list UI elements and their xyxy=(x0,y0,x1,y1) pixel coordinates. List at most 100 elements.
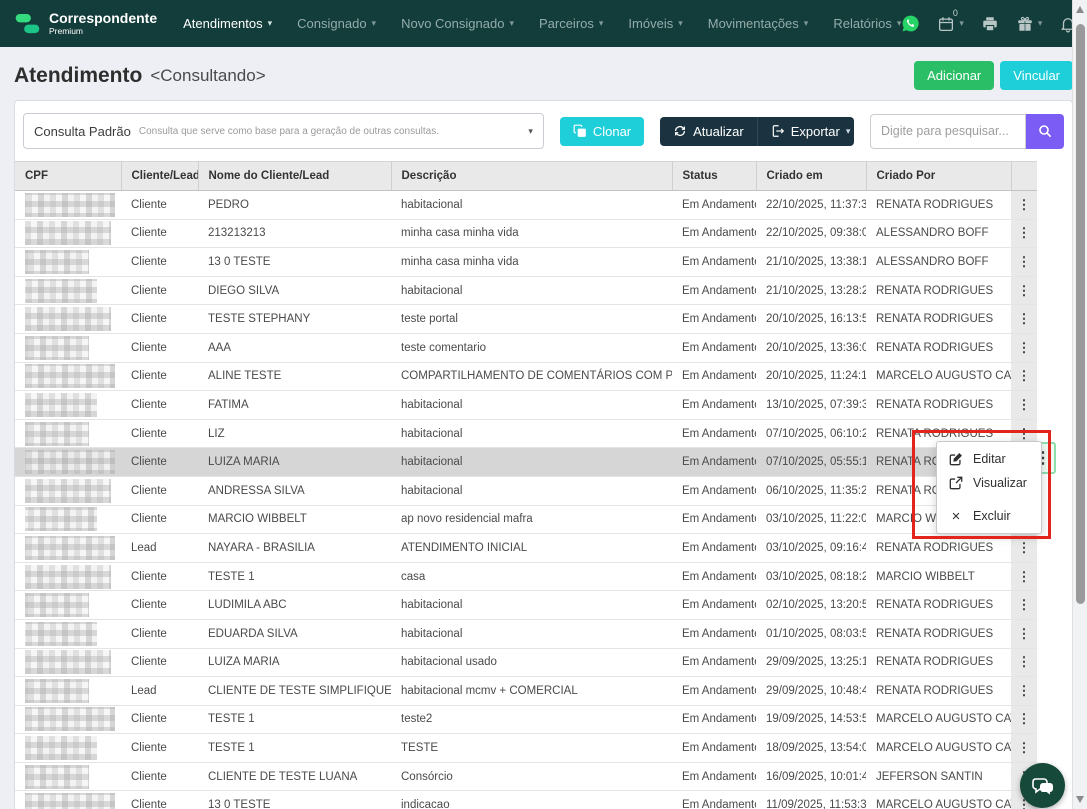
add-button[interactable]: Adicionar xyxy=(914,61,994,90)
cell-description: teste2 xyxy=(391,705,672,734)
brand-subtitle: Premium xyxy=(49,27,157,36)
calendar-icon[interactable]: 0 ▾ xyxy=(937,15,964,33)
refresh-button[interactable]: Atualizar xyxy=(660,117,757,146)
table-row[interactable]: Cliente LUDIMILA ABC habitacional Em And… xyxy=(15,591,1037,620)
cpf-redacted-value xyxy=(25,707,115,731)
nav-menu-item[interactable]: Atendimentos ▾ xyxy=(183,16,272,31)
row-actions-button[interactable]: ⋮ xyxy=(1011,362,1037,391)
chevron-down-icon: ▾ xyxy=(678,18,683,29)
brand[interactable]: Correspondente Premium xyxy=(14,10,157,37)
row-actions-button[interactable]: ⋮ xyxy=(1011,333,1037,362)
column-header[interactable]: Status xyxy=(672,162,756,191)
table-row[interactable]: Cliente LIZ habitacional Em Andamento 07… xyxy=(15,419,1037,448)
table-row[interactable]: Cliente CLIENTE DE TESTE LUANA Consórcio… xyxy=(15,762,1037,791)
table-row[interactable]: Cliente 13 0 TESTE indicacao Em Andament… xyxy=(15,791,1037,809)
nav-menu-item[interactable]: Relatórios ▾ xyxy=(833,16,901,31)
cell-description: habitacional xyxy=(391,191,672,220)
nav-menu-item[interactable]: Parceiros ▾ xyxy=(539,16,603,31)
column-header[interactable]: Cliente/Lead xyxy=(121,162,198,191)
table-row[interactable]: Cliente ANDRESSA SILVA habitacional Em A… xyxy=(15,476,1037,505)
table-row[interactable]: Cliente LUIZA MARIA habitacional Em Anda… xyxy=(15,448,1037,477)
table-row[interactable]: Cliente FATIMA habitacional Em Andamento… xyxy=(15,391,1037,420)
column-header[interactable]: Criado em xyxy=(756,162,866,191)
table-row[interactable]: Cliente TESTE 1 teste2 Em Andamento 19/0… xyxy=(15,705,1037,734)
chevron-down-icon: ▾ xyxy=(846,126,851,137)
row-actions-button[interactable]: ⋮ xyxy=(1011,391,1037,420)
nav-menu-item[interactable]: Novo Consignado ▾ xyxy=(401,16,514,31)
cell-created-by: MARCELO AUGUSTO CAVALI xyxy=(866,791,1011,809)
row-actions-button[interactable]: ⋮ xyxy=(1011,648,1037,677)
cell-client-lead: Cliente xyxy=(121,734,198,763)
whatsapp-icon[interactable] xyxy=(901,14,920,33)
menu-item-edit[interactable]: Editar xyxy=(937,447,1041,471)
cpf-redacted-value xyxy=(25,193,115,217)
cell-name: TESTE 1 xyxy=(198,562,391,591)
menu-item-delete[interactable]: × Excluir xyxy=(937,504,1041,528)
menu-item-view[interactable]: Visualizar xyxy=(937,471,1041,495)
row-actions-button[interactable]: ⋮ xyxy=(1011,276,1037,305)
cell-name: NAYARA - BRASILIA xyxy=(198,534,391,563)
nav-menu-item[interactable]: Movimentações ▾ xyxy=(708,16,809,31)
cpf-redacted-value xyxy=(25,221,111,245)
nav-menu-item[interactable]: Imóveis ▾ xyxy=(628,16,682,31)
cell-description: habitacional usado xyxy=(391,648,672,677)
column-header[interactable]: CPF xyxy=(15,162,121,191)
nav-menu-item[interactable]: Consignado ▾ xyxy=(297,16,376,31)
cell-name: MARCIO WIBBELT xyxy=(198,505,391,534)
row-actions-button[interactable]: ⋮ xyxy=(1011,734,1037,763)
search-button[interactable] xyxy=(1026,114,1064,149)
table-row[interactable]: Cliente MARCIO WIBBELT ap novo residenci… xyxy=(15,505,1037,534)
row-actions-button[interactable]: ⋮ xyxy=(1011,591,1037,620)
row-actions-button[interactable]: ⋮ xyxy=(1011,562,1037,591)
table-row[interactable]: Cliente DIEGO SILVA habitacional Em Anda… xyxy=(15,276,1037,305)
table-header-row: CPF Cliente/Lead Nome do Cliente/Lead De… xyxy=(15,162,1037,191)
column-header-actions xyxy=(1011,162,1037,191)
table-row[interactable]: Cliente TESTE STEPHANY teste portal Em A… xyxy=(15,305,1037,334)
row-actions-button[interactable]: ⋮ xyxy=(1011,619,1037,648)
row-actions-button[interactable]: ⋮ xyxy=(1011,305,1037,334)
cpf-redacted-value xyxy=(25,622,97,646)
scroll-up-arrow[interactable] xyxy=(1076,6,1084,13)
chevron-down-icon: ▾ xyxy=(509,18,514,29)
row-actions-button[interactable]: ⋮ xyxy=(1011,248,1037,277)
table-row[interactable]: Cliente TESTE 1 casa Em Andamento 03/10/… xyxy=(15,562,1037,591)
table-row[interactable]: Cliente AAA teste comentario Em Andament… xyxy=(15,333,1037,362)
column-header[interactable]: Descrição xyxy=(391,162,672,191)
row-actions-button[interactable]: ⋮ xyxy=(1011,219,1037,248)
cell-client-lead: Cliente xyxy=(121,276,198,305)
cell-description: TESTE xyxy=(391,734,672,763)
cell-created-at: 03/10/2025, 11:22:04 xyxy=(756,505,866,534)
scrollbar-thumb[interactable] xyxy=(1076,24,1085,604)
column-header[interactable]: Nome do Cliente/Lead xyxy=(198,162,391,191)
clone-button[interactable]: Clonar xyxy=(560,117,644,146)
cell-description: habitacional xyxy=(391,276,672,305)
link-button[interactable]: Vincular xyxy=(1000,61,1073,90)
cell-description: indicacao xyxy=(391,791,672,809)
row-actions-button[interactable]: ⋮ xyxy=(1011,534,1037,563)
table-row[interactable]: Cliente EDUARDA SILVA habitacional Em An… xyxy=(15,619,1037,648)
query-select[interactable]: Consulta Padrão Consulta que serve como … xyxy=(23,113,544,149)
cell-description: teste portal xyxy=(391,305,672,334)
row-actions-button[interactable]: ⋮ xyxy=(1011,677,1037,706)
row-actions-button[interactable]: ⋮ xyxy=(1011,705,1037,734)
table-row[interactable]: Cliente LUIZA MARIA habitacional usado E… xyxy=(15,648,1037,677)
column-header[interactable]: Criado Por xyxy=(866,162,1011,191)
gift-icon[interactable]: ▾ xyxy=(1016,15,1043,33)
table-row[interactable]: Cliente ALINE TESTE COMPARTILHAMENTO DE … xyxy=(15,362,1037,391)
table-row[interactable]: Cliente 13 0 TESTE minha casa minha vida… xyxy=(15,248,1037,277)
table-row[interactable]: Cliente TESTE 1 TESTE Em Andamento 18/09… xyxy=(15,734,1037,763)
cell-status: Em Andamento xyxy=(672,505,756,534)
cell-name: DIEGO SILVA xyxy=(198,276,391,305)
search-input[interactable] xyxy=(870,114,1026,149)
row-actions-button[interactable]: ⋮ xyxy=(1011,191,1037,220)
cell-client-lead: Lead xyxy=(121,534,198,563)
export-button[interactable]: Exportar ▾ xyxy=(757,117,854,146)
cell-description: ap novo residencial mafra xyxy=(391,505,672,534)
table-row[interactable]: Lead CLIENTE DE TESTE SIMPLIFIQUE DA SIL… xyxy=(15,677,1037,706)
table-row[interactable]: Cliente PEDRO habitacional Em Andamento … xyxy=(15,191,1037,220)
table-row[interactable]: Cliente 213213213 minha casa minha vida … xyxy=(15,219,1037,248)
table-row[interactable]: Lead NAYARA - BRASILIA ATENDIMENTO INICI… xyxy=(15,534,1037,563)
scroll-down-arrow[interactable] xyxy=(1076,796,1084,803)
printer-icon[interactable] xyxy=(981,15,999,33)
chat-fab-button[interactable] xyxy=(1020,763,1065,808)
